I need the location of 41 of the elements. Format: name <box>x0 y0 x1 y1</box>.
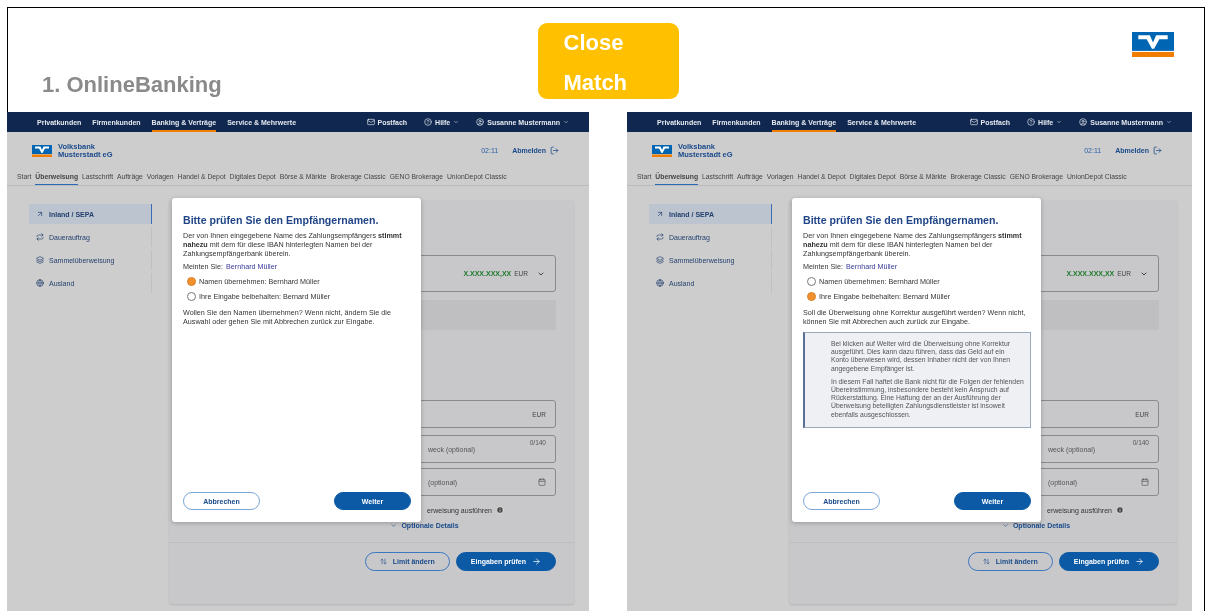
arrow-right-icon <box>532 557 541 566</box>
info-icon <box>496 506 504 514</box>
help-icon <box>1027 118 1036 126</box>
logout-icon <box>550 146 559 155</box>
arrows-icon <box>982 558 990 565</box>
mail-icon <box>366 118 375 126</box>
sidebar-icon <box>36 256 44 264</box>
user-icon <box>1079 118 1088 126</box>
arrow-right-icon <box>1135 557 1144 566</box>
radio-button[interactable] <box>187 292 196 301</box>
radio-button[interactable] <box>187 277 196 286</box>
sidebar-icon <box>36 279 44 287</box>
radio-button[interactable] <box>807 277 816 286</box>
help-icon <box>424 118 433 126</box>
calendar-icon <box>538 478 546 486</box>
logout-icon <box>1153 146 1162 155</box>
chevron-down-icon <box>1001 522 1009 529</box>
sidebar-icon <box>36 233 44 241</box>
chevron-down-icon <box>1166 119 1172 125</box>
chevron-down-icon <box>1056 119 1063 125</box>
dialog-title: Bitte prüfen Sie den Empfängernamen. <box>183 214 380 226</box>
sidebar-icon <box>656 210 664 218</box>
chevron-down-icon <box>390 522 398 529</box>
slide-title: 1. OnlineBanking <box>42 72 223 98</box>
user-icon <box>476 118 485 126</box>
bank-logo <box>1132 32 1174 58</box>
arrows-icon <box>379 558 387 565</box>
bank-logo <box>652 144 672 157</box>
mail-icon <box>969 118 978 126</box>
info-icon <box>1116 506 1124 514</box>
chevron-down-icon <box>453 119 460 125</box>
status-badge: Close Match <box>537 23 679 99</box>
dialog-title: Bitte prüfen Sie den Empfängernamen. <box>803 214 1000 226</box>
sidebar-icon <box>656 279 664 287</box>
sidebar-icon <box>36 210 44 218</box>
sidebar-icon <box>656 256 664 264</box>
radio-button[interactable] <box>807 292 816 301</box>
chevron-down-icon <box>563 119 569 125</box>
bank-logo <box>32 144 52 157</box>
calendar-icon <box>1141 478 1149 486</box>
sidebar-icon <box>656 233 664 241</box>
